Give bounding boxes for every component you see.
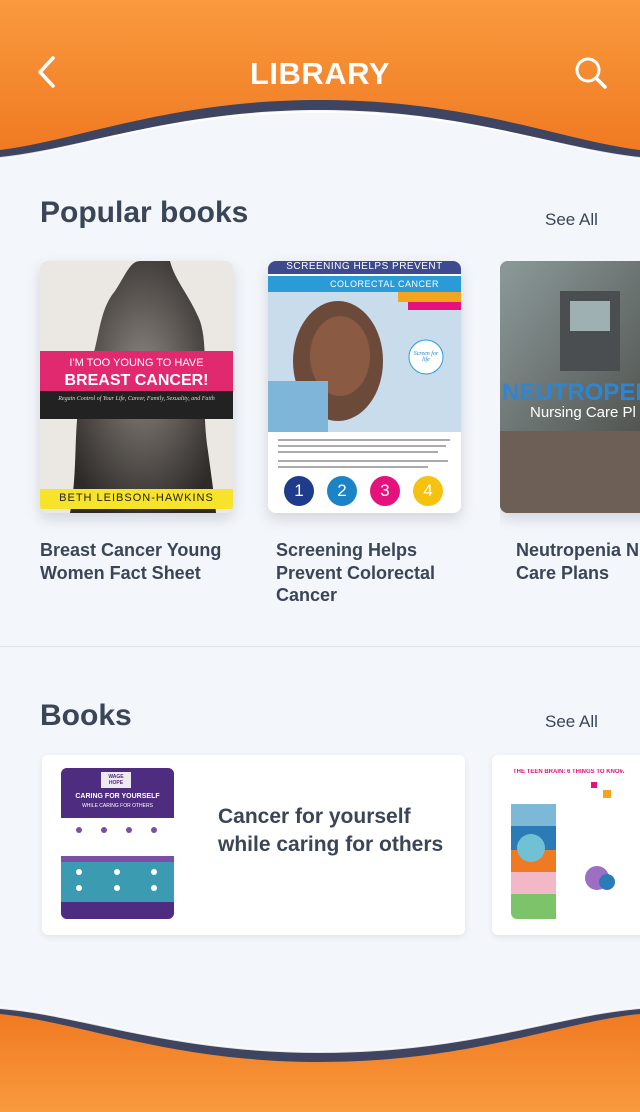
popular-book-card[interactable]: SCREENING HELPS PREVENT COLORECTAL CANCE… [268,261,461,605]
cover-line1: I'M TOO YOUNG TO HAVE [69,357,204,369]
cover-number: 2 [337,481,347,500]
search-icon [575,57,607,89]
book-cover-art [268,261,461,513]
thumb-heading: CARING FOR YOURSELF [75,793,160,800]
popular-book-card[interactable]: NEUTROPENIA Nursing Care Pl Neutropenia … [500,261,640,621]
popular-see-all-link[interactable]: See All [545,210,598,230]
app-header: LIBRARY [0,0,640,160]
cover-number: 3 [380,481,390,500]
book-title: Screening Helps Prevent Colorectal Cance… [276,540,436,605]
thumb-badge: WAGE HOPE [108,774,124,786]
book-thumbnail: THE TEEN BRAIN: 6 THINGS TO KNOW [511,768,624,919]
screen-for-life-logo: Screen for life [413,351,439,363]
book-cover[interactable]: NEUTROPENIA Nursing Care Pl [500,261,640,513]
cover-line2: BREAST CANCER! [64,372,209,389]
cover-line2: COLORECTAL CANCER [329,279,440,289]
cover-line1: SCREENING HELPS PREVENT [286,261,443,272]
books-see-all-link[interactable]: See All [545,712,598,732]
footer-decoration [0,1000,640,1112]
popular-books-heading: Popular books [40,196,249,229]
book-thumbnail-art [511,768,624,919]
book-title: Neutropenia Nursing Care Plans [516,540,640,583]
page-title: LIBRARY [249,56,391,91]
popular-book-card[interactable]: I'M TOO YOUNG TO HAVE BREAST CANCER! Reg… [40,261,233,583]
cover-author: BETH LEIBSON-HAWKINS [59,492,214,504]
book-thumbnail-art [61,768,174,919]
book-title: Breast Cancer Young Women Fact Sheet [40,540,222,583]
thumb-subheading: WHILE CARING FOR OTHERS [82,803,153,809]
cover-number: 4 [423,481,433,500]
search-button[interactable] [568,52,612,92]
section-divider [0,646,640,647]
cover-subtitle: Regain Control of Your Life, Career, Fam… [58,396,215,402]
book-cover[interactable]: SCREENING HELPS PREVENT COLORECTAL CANCE… [268,261,461,513]
footer-wave [0,1007,640,1112]
book-card[interactable]: THE TEEN BRAIN: 6 THINGS TO KNOW [492,755,640,935]
cover-number: 1 [294,481,304,500]
books-heading: Books [40,699,132,732]
book-thumbnail: WAGE HOPE CARING FOR YOURSELF WHILE CARI… [61,768,174,919]
book-card[interactable]: WAGE HOPE CARING FOR YOURSELF WHILE CARI… [42,755,465,935]
cover-line2: Nursing Care Pl [530,404,636,421]
cover-line1: NEUTROPENIA [502,379,640,406]
book-title: Cancer for yourself while caring for oth… [218,805,444,856]
thumb-heading: THE TEEN BRAIN: 6 THINGS TO KNOW [513,769,624,775]
book-cover[interactable]: I'M TOO YOUNG TO HAVE BREAST CANCER! Reg… [40,261,233,513]
